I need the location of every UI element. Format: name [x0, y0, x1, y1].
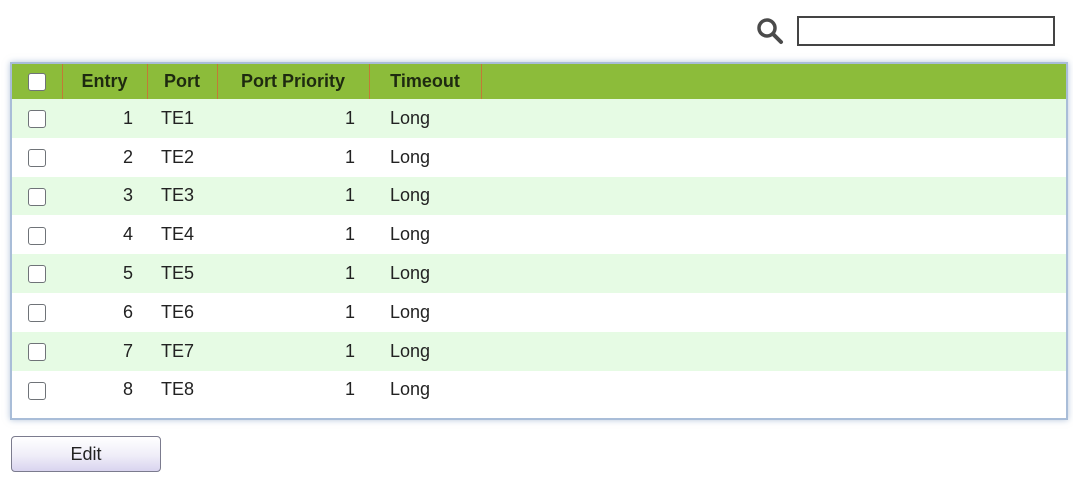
cell-timeout: Long [390, 107, 431, 128]
cell-port-priority: 1 [344, 379, 355, 400]
cell-timeout: Long [390, 340, 431, 361]
table-row[interactable]: 6 TE6 1 Long [12, 292, 1066, 332]
table-row[interactable]: 8 TE8 1 Long [12, 370, 1066, 410]
cell-entry: 6 [122, 301, 133, 322]
column-header-timeout[interactable]: Timeout [369, 64, 482, 99]
cell-timeout: Long [390, 146, 431, 167]
table-row[interactable]: 2 TE2 1 Long [12, 137, 1066, 177]
cell-port: TE4 [161, 224, 195, 245]
table-row[interactable]: 1 TE1 1 Long [12, 99, 1066, 138]
table-header: Entry Port Port Priority Timeout [12, 64, 1066, 99]
row-checkbox[interactable] [28, 265, 46, 284]
row-filler [481, 215, 1066, 254]
cell-entry: 2 [122, 146, 133, 167]
column-header-port[interactable]: Port [147, 64, 218, 99]
cell-port: TE5 [161, 263, 195, 284]
search-input[interactable] [797, 16, 1055, 46]
column-header-entry[interactable]: Entry [62, 64, 148, 99]
cell-port-priority: 1 [344, 146, 355, 167]
row-select-cell [12, 177, 62, 216]
cell-port: TE2 [161, 146, 195, 167]
cell-port-priority: 1 [344, 107, 355, 128]
row-filler [481, 332, 1066, 371]
data-table: Entry Port Port Priority Timeout 1 TE1 1 Lo… [12, 64, 1066, 410]
table-row[interactable]: 3 TE3 1 Long [12, 176, 1066, 216]
cell-port: TE3 [161, 185, 195, 206]
row-select-cell [12, 99, 62, 138]
search-icon[interactable] [755, 16, 785, 46]
row-checkbox[interactable] [28, 381, 46, 400]
row-filler [481, 254, 1066, 293]
cell-entry: 5 [122, 263, 133, 284]
cell-port-priority: 1 [344, 263, 355, 284]
row-checkbox[interactable] [28, 304, 46, 323]
lacp-port-table: Entry Port Port Priority Timeout 1 TE1 1 Lo… [10, 62, 1068, 420]
cell-entry: 1 [122, 107, 133, 128]
cell-port-priority: 1 [344, 224, 355, 245]
cell-port: TE1 [161, 107, 195, 128]
cell-entry: 7 [122, 340, 133, 361]
row-checkbox[interactable] [28, 110, 46, 129]
table-body: 1 TE1 1 Long 2 TE2 1 Long 3 TE3 1 Long 4 TE4 1 Long 5 TE5… [12, 99, 1066, 410]
table-row[interactable]: 7 TE7 1 Long [12, 331, 1066, 371]
row-select-cell [12, 215, 62, 254]
cell-entry: 8 [122, 379, 133, 400]
row-select-cell [12, 254, 62, 293]
cell-entry: 3 [122, 185, 133, 206]
row-select-cell [12, 371, 62, 410]
row-filler [481, 177, 1066, 216]
row-checkbox[interactable] [28, 148, 46, 167]
row-select-cell [12, 293, 62, 332]
cell-timeout: Long [390, 185, 431, 206]
cell-timeout: Long [390, 263, 431, 284]
row-filler [481, 371, 1066, 410]
select-all-header [12, 64, 63, 99]
cell-port: TE7 [161, 340, 195, 361]
select-all-checkbox[interactable] [27, 73, 46, 92]
cell-port-priority: 1 [344, 185, 355, 206]
column-header-port-priority[interactable]: Port Priority [217, 64, 370, 99]
search-bar [755, 16, 1055, 46]
row-filler [481, 293, 1066, 332]
edit-button[interactable]: Edit [11, 436, 161, 472]
row-select-cell [12, 138, 62, 177]
cell-port: TE6 [161, 301, 195, 322]
cell-timeout: Long [390, 379, 431, 400]
table-row[interactable]: 4 TE4 1 Long [12, 215, 1066, 255]
cell-port-priority: 1 [344, 301, 355, 322]
row-select-cell [12, 332, 62, 371]
cell-port: TE8 [161, 379, 195, 400]
row-checkbox[interactable] [28, 342, 46, 361]
row-filler [481, 99, 1066, 138]
cell-timeout: Long [390, 301, 431, 322]
row-checkbox[interactable] [28, 187, 46, 206]
row-filler [481, 138, 1066, 177]
cell-port-priority: 1 [344, 340, 355, 361]
cell-timeout: Long [390, 224, 431, 245]
header-filler [481, 64, 1066, 99]
row-checkbox[interactable] [28, 226, 46, 245]
cell-entry: 4 [122, 224, 133, 245]
table-row[interactable]: 5 TE5 1 Long [12, 254, 1066, 293]
